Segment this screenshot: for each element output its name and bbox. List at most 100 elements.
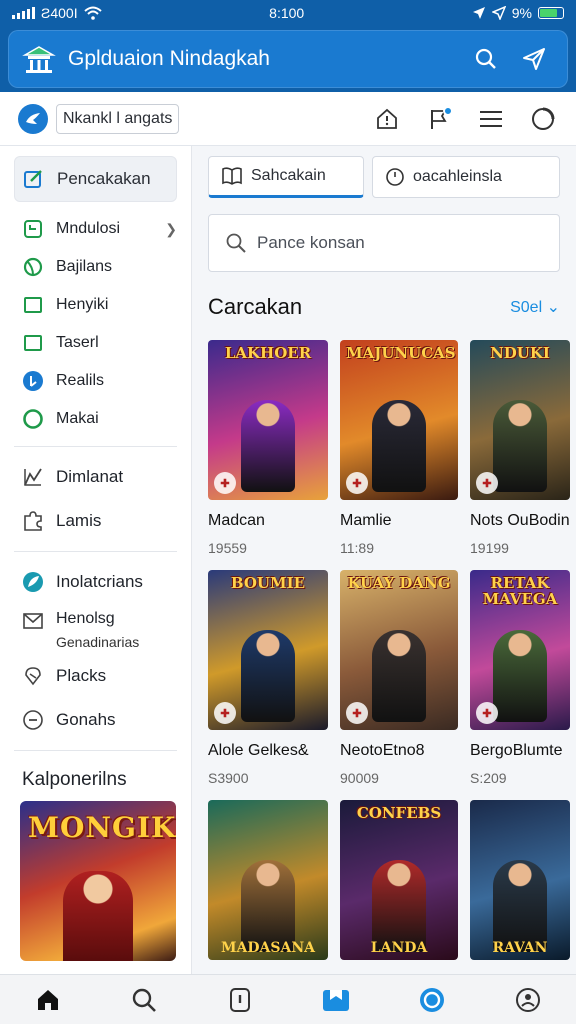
sidebar-item-makai[interactable]: Makai: [14, 400, 177, 438]
sidebar-section-title: Kalponerilns: [22, 769, 127, 790]
game-card[interactable]: RETAK MAVEGA ✚ BergoBlumte S:209: [470, 570, 570, 786]
info-icon: [22, 370, 44, 392]
menu-button[interactable]: [476, 104, 506, 134]
location-icon: [472, 7, 485, 19]
nav-store-button[interactable]: [316, 980, 356, 1020]
circle-icon: [22, 408, 44, 430]
home-alert-button[interactable]: [372, 104, 402, 134]
search-input[interactable]: Pance konsan: [208, 214, 560, 272]
search-icon: [226, 233, 246, 253]
sidebar-item-realils[interactable]: Realils: [14, 362, 177, 400]
mail-icon: [22, 610, 44, 632]
sidebar-item-henolsg[interactable]: Henolsg Genadinarias: [14, 604, 177, 654]
game-card[interactable]: BOUMIE ✚ Alole Gelkes& S3900: [208, 570, 328, 786]
game-card[interactable]: LAKHOER ✚ Madcan 19559: [208, 340, 328, 556]
nav-activity-button[interactable]: [412, 980, 452, 1020]
cover-title: LAKHOER: [224, 344, 312, 362]
game-title: Mamlie: [340, 512, 392, 529]
sidebar-item-label: Lamis: [56, 511, 102, 530]
game-card[interactable]: NDUKI ✚ Nots OuBodin 19199: [470, 340, 570, 556]
circle-user-icon: [532, 107, 555, 130]
sidebar-item-bajilans[interactable]: Bajilans: [14, 248, 177, 286]
nav-home-button[interactable]: [28, 980, 68, 1020]
sidebar-item-dimlanat[interactable]: Dimlanat: [14, 455, 177, 499]
cover-character: [493, 630, 547, 722]
sidebar-item-active[interactable]: Pencakakan: [14, 156, 177, 202]
divider: [14, 551, 177, 552]
game-card[interactable]: CONFEBS LANDA: [340, 800, 458, 960]
carrier-label: Ƨ400I: [41, 5, 78, 21]
game-cover[interactable]: MADASANA: [208, 800, 328, 960]
nav-profile-button[interactable]: [508, 980, 548, 1020]
sidebar-item-henyiki[interactable]: Henyiki: [14, 286, 177, 324]
cover-character: [241, 400, 295, 492]
sidebar-item-label: Placks: [56, 666, 107, 685]
game-card[interactable]: KUAY DANG ✚ NeotoEtno8 90009: [340, 570, 458, 786]
sidebar-item-sublabel: Genadinarias: [56, 634, 140, 650]
sidebar-item-mndulosi[interactable]: Mndulosi ❯: [14, 210, 177, 248]
see-all-label: S0el: [510, 299, 543, 316]
send-button[interactable]: [514, 39, 554, 79]
poster-title: MONGIK: [28, 811, 176, 844]
see-all-link[interactable]: S0el ⌄: [510, 297, 560, 317]
nav-library-button[interactable]: [220, 980, 260, 1020]
app-title: Gplduaion Nindagkah: [68, 47, 270, 70]
search-button[interactable]: [466, 39, 506, 79]
cover-character: [493, 400, 547, 492]
search-icon: [132, 988, 156, 1012]
sidebar: Pencakakan Mndulosi ❯ Bajilans Henyiki T…: [0, 146, 192, 974]
bird-logo-icon[interactable]: [18, 103, 48, 134]
game-card[interactable]: MADASANA: [208, 800, 328, 960]
list-menu-icon: [480, 110, 502, 127]
game-price: 19199: [470, 540, 509, 556]
game-cover[interactable]: RETAK MAVEGA ✚: [470, 570, 570, 730]
battery-label: 9%: [511, 5, 532, 21]
cover-title: CONFEBS: [356, 804, 442, 822]
age-rating-icon: ✚: [476, 702, 498, 724]
bottom-nav: [0, 974, 576, 1024]
game-card[interactable]: RAVAN: [470, 800, 570, 960]
game-cover[interactable]: LAKHOER ✚: [208, 340, 328, 500]
game-price: 19559: [208, 540, 247, 556]
game-cover[interactable]: KUAY DANG ✚: [340, 570, 458, 730]
poster-character: [63, 871, 133, 961]
sidebar-item-label: Dimlanat: [56, 467, 124, 486]
wifi-icon: [83, 6, 102, 20]
notification-dot: [443, 105, 453, 116]
tab-sahcakain[interactable]: Sahcakain: [208, 156, 364, 198]
sidebar-item-inolatcrians[interactable]: Inolatcrians: [14, 560, 177, 604]
featured-poster[interactable]: MONGIK: [20, 801, 176, 961]
game-price: 11:89: [340, 540, 374, 556]
game-title: Nots OuBodin: [470, 512, 570, 529]
game-cover[interactable]: MAJUNUCAS ✚: [340, 340, 458, 500]
clock: 8:100: [269, 5, 305, 21]
sidebar-item-lamis[interactable]: Lamis: [14, 499, 177, 543]
square-icon: [22, 294, 44, 316]
game-card[interactable]: MAJUNUCAS ✚ Mamlie 11:89: [340, 340, 458, 556]
game-cover[interactable]: NDUKI ✚: [470, 340, 570, 500]
game-cover[interactable]: CONFEBS LANDA: [340, 800, 458, 960]
cover-character: [372, 630, 426, 722]
profile-button[interactable]: [528, 104, 558, 134]
sidebar-item-label: Henyiki: [56, 296, 109, 313]
game-title: NeotoEtno8: [340, 742, 425, 759]
chart-icon: [22, 466, 44, 488]
ring-icon: [420, 987, 444, 1012]
account-selector[interactable]: Nkankl l angats: [56, 103, 180, 134]
sidebar-item-taserl[interactable]: Taserl: [14, 324, 177, 362]
cover-character: [372, 860, 426, 952]
sidebar-item-placks[interactable]: Placks: [14, 654, 177, 698]
notifications-button[interactable]: [424, 104, 454, 134]
game-price: S:209: [470, 770, 507, 786]
game-cover[interactable]: RAVAN: [470, 800, 570, 960]
game-title: Alole Gelkes&: [208, 742, 309, 759]
game-cover[interactable]: BOUMIE ✚: [208, 570, 328, 730]
tab-oacahleinsla[interactable]: oacahleinsla: [372, 156, 560, 198]
sidebar-item-label: Mndulosi: [56, 220, 121, 237]
cover-character: [241, 630, 295, 722]
sidebar-item-gonahs[interactable]: Gonahs: [14, 698, 177, 742]
cover-title: BOUMIE: [230, 574, 306, 592]
age-rating-icon: ✚: [346, 472, 368, 494]
tab-label: oacahleinsla: [413, 168, 502, 185]
nav-search-button[interactable]: [124, 980, 164, 1020]
